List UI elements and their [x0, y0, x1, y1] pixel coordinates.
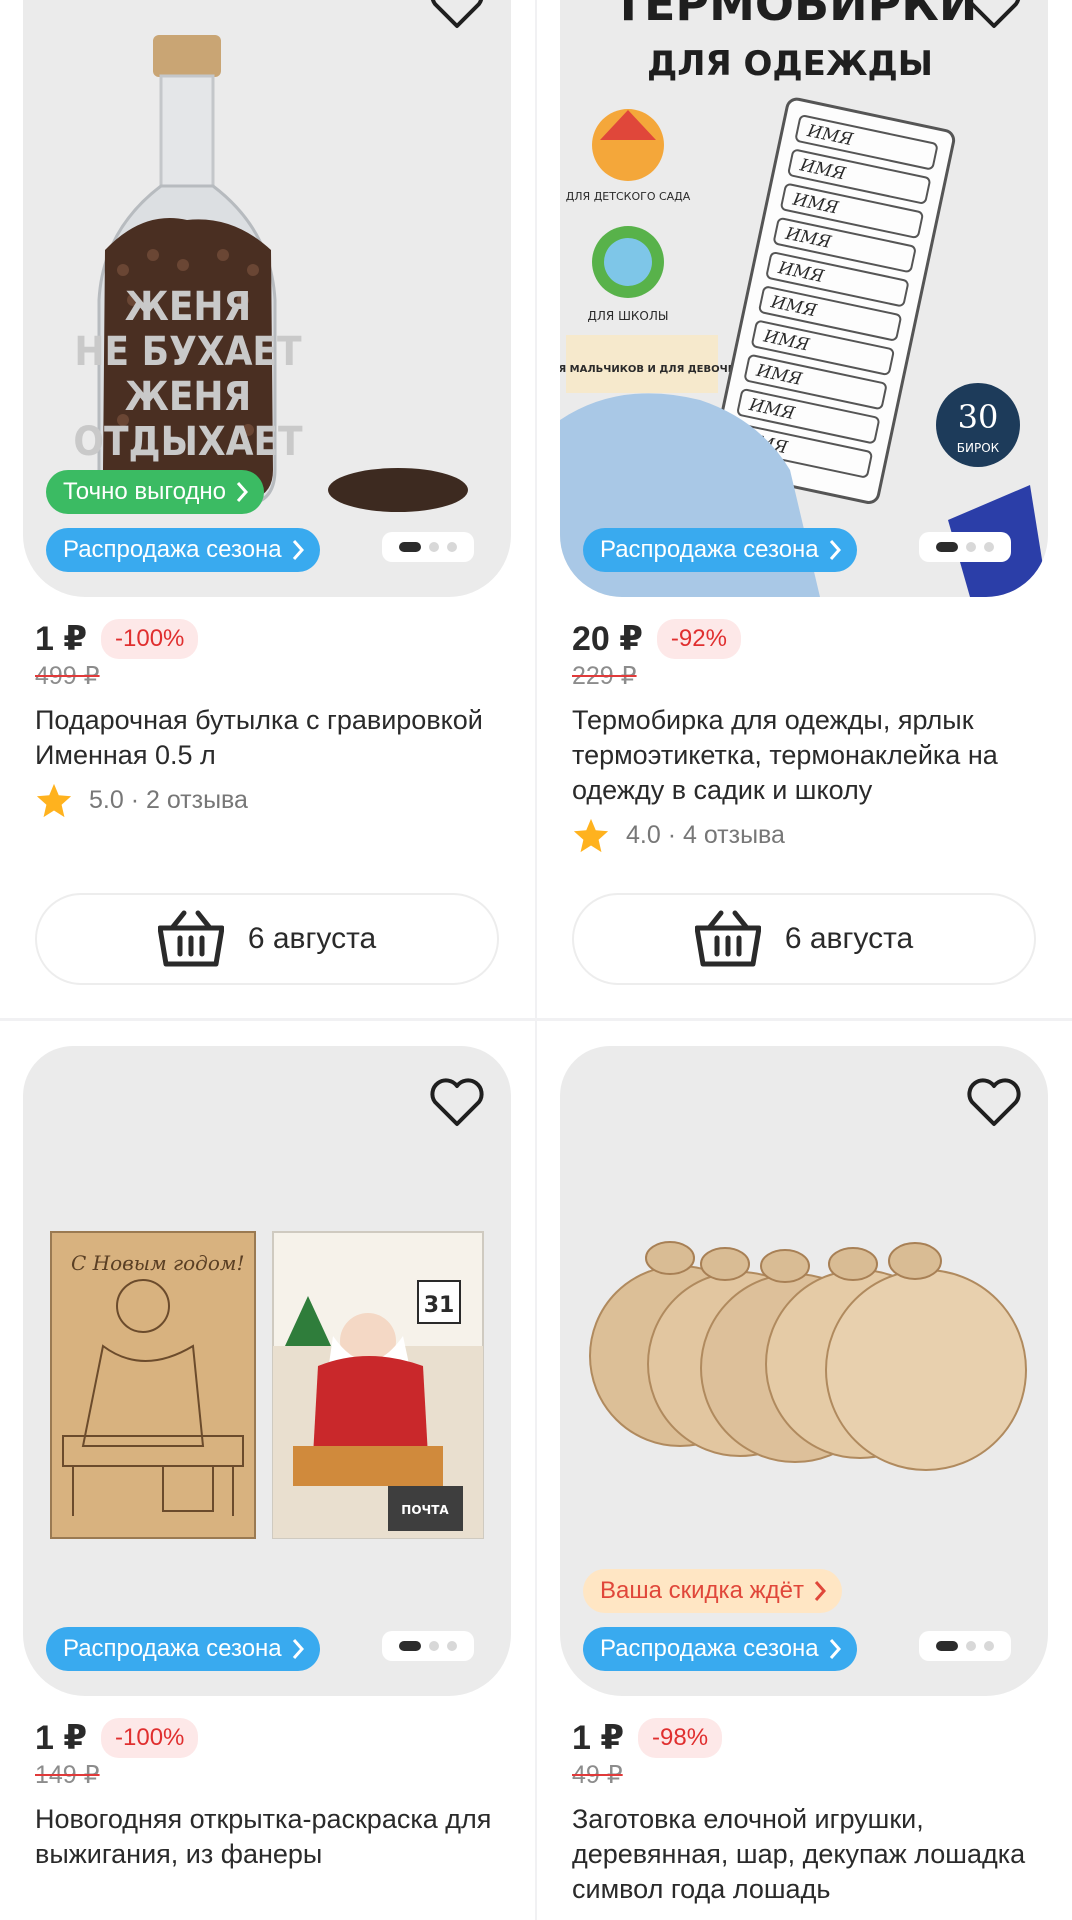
postcard-image: С Новым годом! 31 ПОЧТА [50, 1231, 484, 1539]
chevron-right-icon [829, 540, 841, 560]
chip-label: Распродажа сезона [600, 1635, 819, 1662]
image-pager [382, 1631, 474, 1661]
delivery-date: 6 августа [247, 922, 377, 955]
delivery-date: 6 августа [784, 922, 914, 955]
chevron-right-icon [292, 540, 304, 560]
rating[interactable]: 5.0 · 2 отзыва [23, 781, 513, 819]
product-grid: ЖЕНЯ НЕ БУХАЕТ ЖЕНЯ ОТДЫХАЕТ Точно выгод… [0, 0, 1072, 1920]
pager-dot [447, 1641, 457, 1651]
basket-icon [694, 910, 761, 967]
product-card[interactable]: С Новым годом! 31 ПОЧТА Распродажа сезон… [23, 1046, 513, 1872]
pager-dot [966, 1641, 976, 1651]
product-title[interactable]: Новогодняя открытка-раскраска для выжига… [23, 1802, 513, 1872]
product-image[interactable]: Ваша скидка ждёт Распродажа сезона [560, 1046, 1048, 1696]
engraving-line: ЖЕНЯ [125, 374, 251, 420]
count-number: 30 [958, 398, 999, 436]
column-divider [535, 0, 537, 1920]
image-pager [919, 1631, 1011, 1661]
favorite-heart-icon[interactable] [965, 1076, 1023, 1128]
price-row: 20 ₽ -92% [560, 619, 1050, 659]
discount-badge: -98% [638, 1718, 723, 1758]
chip-label: Распродажа сезона [63, 536, 282, 563]
season-sale-chip[interactable]: Распродажа сезона [583, 528, 857, 572]
image-pager [382, 532, 474, 562]
chip-label: Распродажа сезона [63, 1635, 282, 1662]
star-icon [573, 818, 609, 853]
price-row: 1 ₽ -98% [560, 1718, 1050, 1758]
chip-label: Точно выгодно [63, 478, 227, 505]
calendar-date: 31 [424, 1293, 455, 1318]
favorite-heart-icon[interactable] [428, 1076, 486, 1128]
good-deal-chip[interactable]: Точно выгодно [46, 470, 265, 514]
product-image[interactable]: ЖЕНЯ НЕ БУХАЕТ ЖЕНЯ ОТДЫХАЕТ Точно выгод… [23, 0, 511, 597]
product-card[interactable]: ЖЕНЯ НЕ БУХАЕТ ЖЕНЯ ОТДЫХАЕТ Точно выгод… [23, 0, 513, 985]
pager-dot [399, 542, 421, 552]
pager-dot [984, 1641, 994, 1651]
basket-icon [157, 910, 224, 967]
image-subline: ДЛЯ ОДЕЖДЫ [647, 44, 933, 84]
image-headline: ТЕРМОБИРКИ [613, 0, 978, 31]
season-sale-chip[interactable]: Распродажа сезона [583, 1627, 857, 1671]
price: 1 ₽ [35, 620, 88, 658]
chip-label: Ваша скидка ждёт [600, 1577, 804, 1604]
chevron-right-icon [814, 1581, 826, 1601]
chip-label: Распродажа сезона [600, 536, 819, 563]
season-sale-chip[interactable]: Распродажа сезона [46, 1627, 320, 1671]
rating[interactable]: 4.0 · 4 отзыва [560, 816, 1050, 854]
price: 20 ₽ [572, 620, 643, 658]
engraving-line: ОТДЫХАЕТ [73, 419, 303, 465]
chevron-right-icon [236, 482, 249, 502]
pager-dot [936, 542, 958, 552]
product-card[interactable]: ТЕРМОБИРКИ ДЛЯ ОДЕЖДЫ ДЛЯ ДЕТСКОГО САДА … [560, 0, 1050, 985]
old-price: 229 ₽ [572, 662, 637, 690]
product-image[interactable]: ТЕРМОБИРКИ ДЛЯ ОДЕЖДЫ ДЛЯ ДЕТСКОГО САДА … [560, 0, 1048, 597]
season-sale-chip[interactable]: Распродажа сезона [46, 528, 320, 572]
engraving-line: ЖЕНЯ [125, 284, 251, 330]
price: 1 ₽ [35, 1719, 88, 1757]
mail-bag-label: ПОЧТА [401, 1503, 449, 1517]
row-divider [0, 1018, 1072, 1021]
count-label: БИРОК [957, 441, 1000, 455]
product-title[interactable]: Подарочная бутылка с гравировкой Именная… [23, 703, 513, 773]
pager-dot [429, 1641, 439, 1651]
pager-dot [936, 1641, 958, 1651]
gender-label: ДЛЯ МАЛЬЧИКОВ И ДЛЯ ДЕВОЧЕК [560, 364, 744, 375]
chevron-right-icon [829, 1639, 841, 1659]
school-label: ДЛЯ ШКОЛЫ [588, 309, 669, 323]
pager-dot [447, 542, 457, 552]
image-pager [919, 532, 1011, 562]
price-row: 1 ₽ -100% [23, 1718, 513, 1758]
price: 1 ₽ [572, 1719, 625, 1757]
product-card[interactable]: Ваша скидка ждёт Распродажа сезона 1 ₽ -… [560, 1046, 1050, 1907]
kindergarten-label: ДЛЯ ДЕТСКОГО САДА [566, 190, 691, 203]
old-price: 49 ₽ [572, 1761, 623, 1789]
product-image[interactable]: С Новым годом! 31 ПОЧТА Распродажа сезон… [23, 1046, 511, 1696]
pager-dot [984, 542, 994, 552]
discount-waiting-chip[interactable]: Ваша скидка ждёт [583, 1569, 842, 1613]
add-to-cart-button[interactable]: 6 августа [35, 893, 499, 985]
favorite-heart-icon[interactable] [428, 0, 486, 30]
thermal-labels-image: ТЕРМОБИРКИ ДЛЯ ОДЕЖДЫ ДЛЯ ДЕТСКОГО САДА … [560, 0, 1048, 597]
engraving-line: НЕ БУХАЕТ [74, 329, 302, 375]
rating-text: 4.0 · 4 отзыва [626, 820, 785, 849]
star-icon [36, 783, 72, 818]
discount-badge: -92% [656, 619, 741, 659]
old-price: 499 ₽ [35, 662, 100, 690]
price-row: 1 ₽ -100% [23, 619, 513, 659]
greeting-text: С Новым годом! [71, 1251, 245, 1275]
old-price: 149 ₽ [35, 1761, 100, 1789]
product-title[interactable]: Заготовка елочной игрушки, деревянная, ш… [560, 1802, 1050, 1907]
pager-dot [966, 542, 976, 552]
rating-text: 5.0 · 2 отзыва [89, 785, 248, 814]
discount-badge: -100% [101, 619, 199, 659]
product-title[interactable]: Термобирка для одежды, ярлык термоэтикет… [560, 703, 1050, 808]
discount-badge: -100% [101, 1718, 199, 1758]
pager-dot [399, 1641, 421, 1651]
add-to-cart-button[interactable]: 6 августа [572, 893, 1036, 985]
chevron-right-icon [292, 1639, 304, 1659]
favorite-heart-icon[interactable] [965, 0, 1023, 30]
pager-dot [429, 542, 439, 552]
